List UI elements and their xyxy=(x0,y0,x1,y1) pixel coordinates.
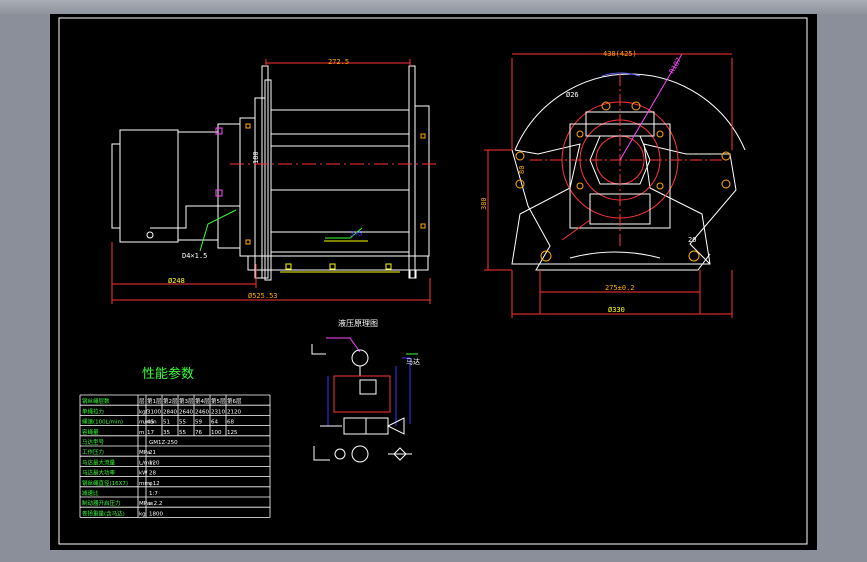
table-cell: 第3层 xyxy=(179,397,194,405)
leader-lines xyxy=(199,209,363,252)
table-cell: 55 xyxy=(179,420,186,426)
dim-drum-width: 272.5 xyxy=(328,58,349,66)
table-cell: 35 xyxy=(163,430,170,436)
table-row-label: 钢丝绳层数 xyxy=(82,397,110,405)
performance-table: 钢丝绳层数层第1层 第2层 第3层 第4层 第5层 第6层单绳拉力 kgf 3100 2840 2… xyxy=(79,394,271,518)
table-cell: 59 xyxy=(195,420,202,426)
table-cell: 45 xyxy=(147,420,154,426)
table-cell: 第6层 xyxy=(227,397,242,405)
table-cell: 100 xyxy=(211,430,222,436)
table-cell: 2640 xyxy=(179,409,193,415)
table-row-label: 减速比 xyxy=(82,489,99,497)
table-row-label: 工作压力 xyxy=(82,448,104,456)
table-cell: 2310 xyxy=(211,409,225,415)
motor-endcap xyxy=(111,143,121,229)
table-title: 性能参数 xyxy=(142,366,194,382)
front-bolts xyxy=(515,101,731,262)
motor-adapter xyxy=(177,131,219,241)
table-cell: 第1层 xyxy=(147,397,162,405)
table-cell: m xyxy=(139,430,144,436)
side-view xyxy=(111,65,440,281)
dim-height: 380 xyxy=(480,197,488,210)
flange-plate-left xyxy=(254,97,266,279)
dim-radius: R187 xyxy=(668,56,683,75)
table-cell: 第4层 xyxy=(195,397,210,405)
drawing-sheet[interactable]: 272.5 D4×1.5 Ø248 Ø525.53 180 3+5 430(42… xyxy=(50,14,817,550)
table-row-label: 绳速(100L/min) xyxy=(82,418,123,426)
table-cell: 64 xyxy=(211,420,218,426)
table-row-label: 钢丝绳直径(16X7) xyxy=(82,479,128,487)
table-cell: 2120 xyxy=(227,409,241,415)
flange-left xyxy=(239,117,256,257)
table-row-label: 马达型号 xyxy=(82,438,105,446)
dim-hub: Ø26 xyxy=(566,91,579,99)
front-view xyxy=(511,53,746,271)
table-row-label: 马达最大功率 xyxy=(82,469,116,477)
table-cell: φ12 xyxy=(149,481,160,487)
dim-front-width: 430(425) xyxy=(603,50,637,58)
table-cell: 第5层 xyxy=(211,397,226,405)
schematic-title: 液压原理图 xyxy=(338,318,378,328)
table-cell: 1800 xyxy=(149,511,163,517)
table-cell: 28 xyxy=(149,471,156,477)
table-cell: 3100 xyxy=(147,409,161,415)
dim-foot: 20 xyxy=(688,236,696,244)
table-cell: 51 xyxy=(163,420,170,426)
dim-cable-offset: 3+5 xyxy=(350,230,363,238)
table-cell: 层 xyxy=(139,398,145,405)
table-cell: GM1Z-250 xyxy=(149,440,178,446)
hydraulic-schematic xyxy=(311,337,418,463)
table-cell: 76 xyxy=(195,430,202,436)
table-cell: 68 xyxy=(227,420,234,426)
dim-motor-dia: Ø248 xyxy=(168,277,185,285)
dim-center: 180 xyxy=(252,151,260,164)
drawing-labels: 272.5 D4×1.5 Ø248 Ø525.53 180 3+5 430(42… xyxy=(168,50,696,366)
motor-body xyxy=(119,129,179,243)
table-cell: 2460 xyxy=(195,409,209,415)
drum-body xyxy=(270,109,410,253)
schematic-label: 马达 xyxy=(406,357,420,366)
table-cell: 第2层 xyxy=(163,397,178,405)
cad-drawing[interactable]: 272.5 D4×1.5 Ø248 Ø525.53 180 3+5 430(42… xyxy=(50,14,817,550)
table-row-label: 马达最大流量 xyxy=(82,458,116,466)
dim-mount-spacing: 80 xyxy=(518,166,526,174)
table-row-label: 容绳量 xyxy=(82,428,99,436)
drum-flange-right xyxy=(408,65,416,279)
table-cell: 17 xyxy=(147,430,154,436)
front-dimensions xyxy=(484,53,733,318)
dim-foot-spacing: 275±0.2 xyxy=(605,284,635,292)
dim-hose-dia: D4×1.5 xyxy=(182,252,207,260)
table-row-label: 卷扬重量(含马达) xyxy=(82,509,125,517)
table-cell: kW xyxy=(139,471,148,477)
brake-housing xyxy=(217,123,241,249)
table-row-label: 制动器开启压力 xyxy=(82,499,121,507)
table-cell: 120 xyxy=(149,460,160,466)
base-frame xyxy=(247,255,429,271)
dim-base-width: Ø330 xyxy=(608,306,625,314)
table-cell: 125 xyxy=(227,430,238,436)
table-cell: kg xyxy=(139,511,146,517)
table-cell: ≥2.2 xyxy=(149,501,162,507)
dim-overall-length: Ø525.53 xyxy=(248,292,278,300)
table-cell: 1:7 xyxy=(149,491,158,497)
viewport-top-bar xyxy=(0,0,867,14)
table-row-label: 单绳拉力 xyxy=(82,407,104,415)
table-cell: 2840 xyxy=(163,409,177,415)
gearbox-right xyxy=(414,105,430,257)
table-cell: 21 xyxy=(149,450,156,456)
table-cell: 55 xyxy=(179,430,186,436)
